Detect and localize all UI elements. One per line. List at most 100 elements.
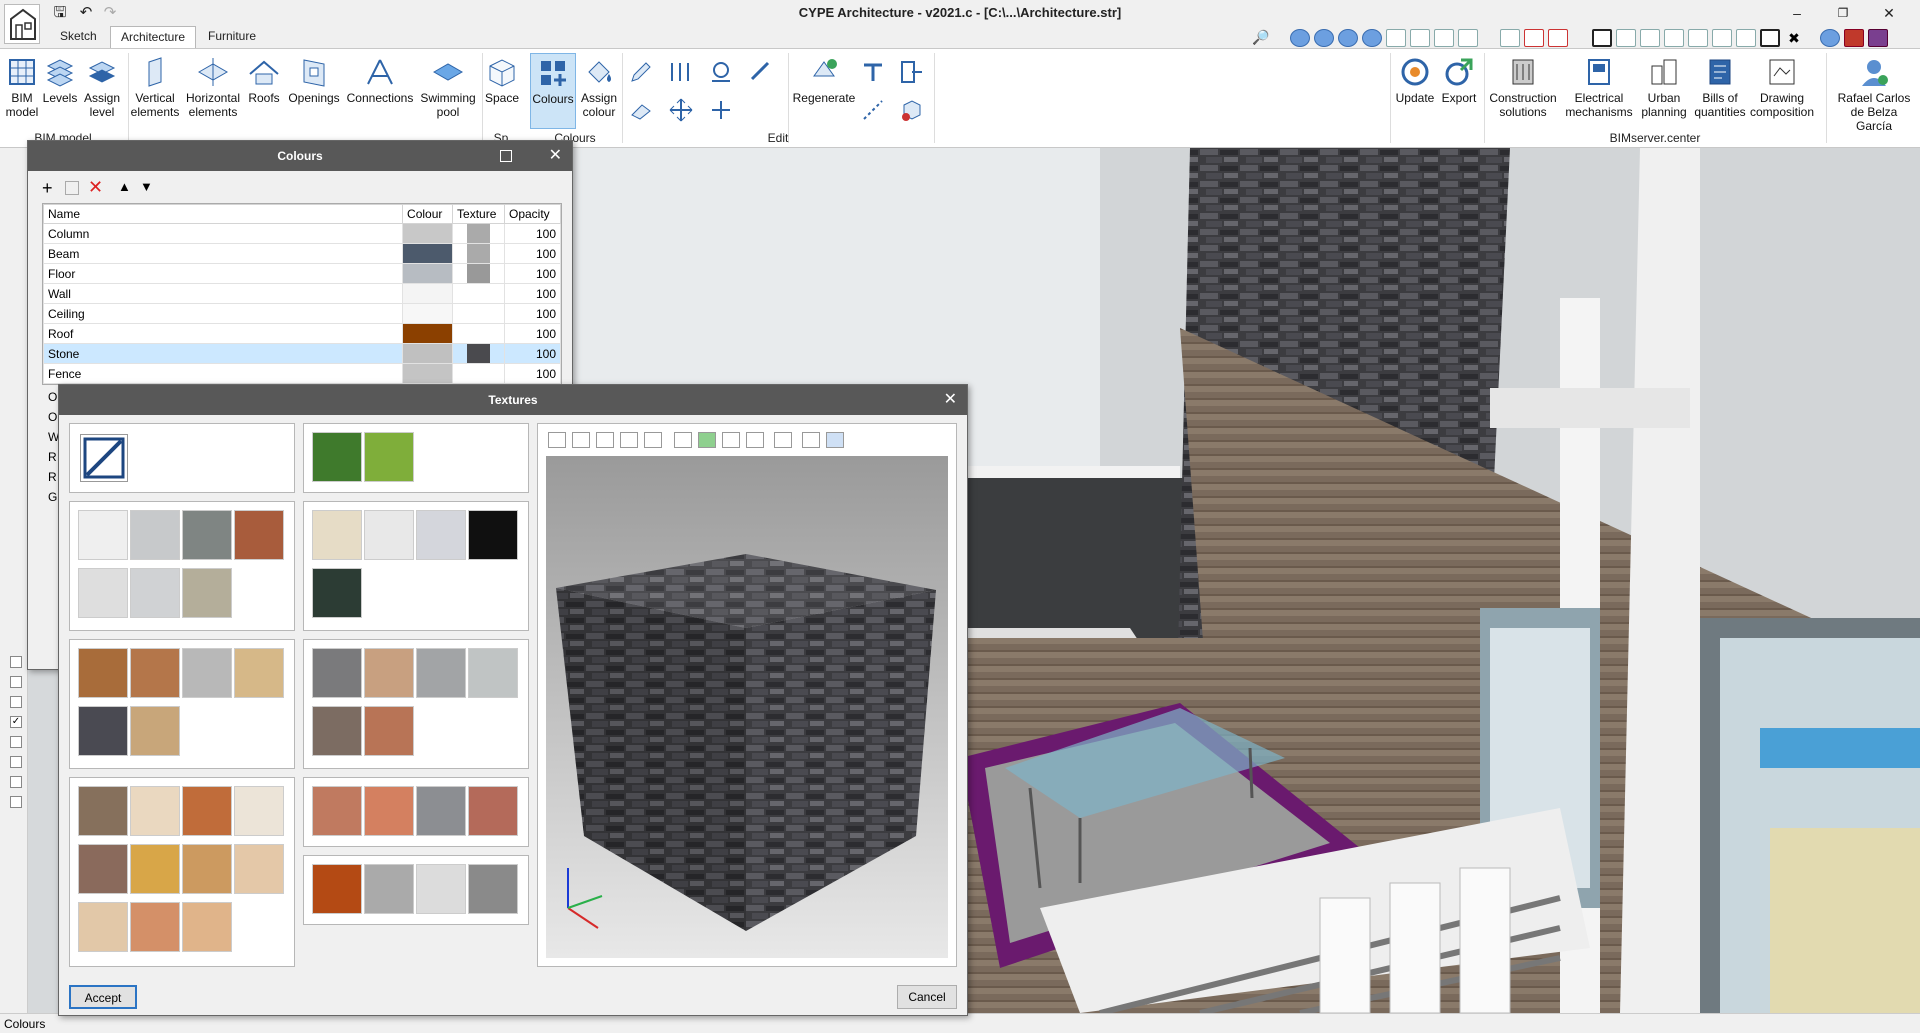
gear-icon[interactable] [1712, 29, 1732, 47]
texture-swatch[interactable] [467, 284, 490, 303]
texture-swatch[interactable] [130, 706, 180, 756]
tab-furniture[interactable]: Furniture [198, 26, 266, 48]
square-select-icon[interactable] [1592, 29, 1612, 47]
texture-swatch[interactable] [234, 844, 284, 894]
cancel-button[interactable]: Cancel [897, 985, 957, 1009]
layer-checkbox[interactable] [10, 796, 22, 808]
texture-swatch[interactable] [467, 304, 490, 323]
close-window-button[interactable]: ✕ [1866, 2, 1912, 24]
construction-solutions-button[interactable]: Construction solutions [1486, 53, 1560, 129]
maximize-icon[interactable] [500, 150, 512, 162]
texture-swatch[interactable] [234, 786, 284, 836]
delete-icon[interactable]: ✕ [88, 177, 103, 197]
texture-swatch[interactable] [130, 648, 180, 698]
colour-swatch[interactable] [403, 244, 453, 263]
texture-swatch[interactable] [130, 510, 180, 560]
colour-swatch[interactable] [403, 344, 453, 363]
no-texture-icon[interactable] [80, 434, 128, 482]
accept-button[interactable]: Accept [69, 985, 137, 1009]
zoom-icon[interactable] [1290, 29, 1310, 47]
texture-swatch[interactable] [312, 706, 362, 756]
texture-swatch[interactable] [416, 510, 466, 560]
eye-icon[interactable] [620, 432, 638, 448]
colours-button[interactable]: Colours [530, 53, 576, 129]
pencil-icon[interactable] [628, 59, 654, 85]
texture-swatch[interactable] [364, 864, 414, 914]
add-icon[interactable]: + [42, 179, 53, 197]
colour-swatch[interactable] [403, 264, 453, 283]
move-view-icon[interactable] [1434, 29, 1454, 47]
horizontal-elements-button[interactable]: Horizontal elements [182, 53, 244, 129]
move-icon[interactable] [668, 97, 694, 123]
copy-icon[interactable] [65, 181, 79, 195]
regenerate-button[interactable]: Regenerate [790, 53, 858, 129]
roofs-button[interactable]: Roofs [244, 53, 284, 129]
help-icon[interactable] [1844, 29, 1864, 47]
minimize-button[interactable]: – [1774, 2, 1820, 24]
texture-swatch[interactable] [364, 648, 414, 698]
layer-checkbox[interactable] [10, 736, 22, 748]
texture-swatch[interactable] [467, 344, 490, 363]
layer-checkbox[interactable] [10, 756, 22, 768]
render-icon[interactable] [674, 432, 692, 448]
colour-swatch[interactable] [403, 324, 453, 343]
texture-swatch[interactable] [467, 244, 490, 263]
colour-swatch[interactable] [403, 284, 453, 303]
pan-hand-icon[interactable] [1410, 29, 1430, 47]
restore-button[interactable]: ❐ [1820, 2, 1866, 24]
drawing-composition-button[interactable]: Drawing composition [1750, 53, 1814, 129]
measure-angle-icon[interactable] [1688, 29, 1708, 47]
move-down-icon[interactable]: ▼ [140, 179, 153, 195]
layer-checkbox[interactable] [10, 696, 22, 708]
bim-model-button[interactable]: BIM model [2, 53, 42, 129]
delete-solid-icon[interactable] [898, 97, 924, 123]
tab-architecture[interactable]: Architecture [110, 26, 197, 48]
texture-swatch[interactable] [416, 648, 466, 698]
texture-swatch[interactable] [467, 264, 490, 283]
tab-sketch[interactable]: Sketch [50, 26, 107, 48]
cube-rotate-icon[interactable] [596, 432, 614, 448]
orbit-icon[interactable] [644, 432, 662, 448]
texture-swatch[interactable] [468, 648, 518, 698]
texture-swatch[interactable] [467, 364, 490, 383]
close-icon[interactable]: ✕ [549, 145, 562, 167]
door-exit-icon[interactable] [898, 59, 924, 85]
texture-swatch[interactable] [312, 510, 362, 560]
texture-swatch[interactable] [78, 510, 128, 560]
stretch-icon[interactable] [748, 59, 774, 85]
space-button[interactable]: Space [484, 53, 520, 129]
texture-swatch[interactable] [78, 786, 128, 836]
texture-swatch[interactable] [182, 648, 232, 698]
urban-planning-button[interactable]: Urban planning [1638, 53, 1690, 129]
texture-swatch[interactable] [182, 844, 232, 894]
snap-grid-icon[interactable] [1524, 29, 1544, 47]
layers-view-icon[interactable] [1458, 29, 1478, 47]
assign-colour-button[interactable]: Assign colour [578, 53, 620, 129]
colour-swatch[interactable] [403, 304, 453, 323]
texture-swatch[interactable] [467, 224, 490, 243]
texture-swatch[interactable] [130, 844, 180, 894]
edit-columns-icon[interactable] [668, 59, 694, 85]
cube-view-icon[interactable] [572, 432, 590, 448]
table-row[interactable]: Fence 100 [42, 363, 561, 384]
table-row[interactable]: Beam 100 [42, 243, 561, 264]
zoom-all-icon[interactable] [1338, 29, 1358, 47]
zoom-extents-icon[interactable] [826, 432, 844, 448]
zoom-icon[interactable] [802, 432, 820, 448]
window-icon[interactable] [722, 432, 740, 448]
layer-checkbox[interactable] [10, 676, 22, 688]
update-button[interactable]: Update [1394, 53, 1436, 129]
layer-checkbox-checked[interactable]: ✓ [10, 716, 22, 728]
texture-swatch[interactable] [468, 786, 518, 836]
texture-swatch[interactable] [364, 510, 414, 560]
texture-swatch[interactable] [312, 864, 362, 914]
colour-swatch[interactable] [403, 364, 453, 383]
swimming-pool-button[interactable]: Swimming pool [418, 53, 478, 129]
texture-swatch[interactable] [364, 786, 414, 836]
assign-level-button[interactable]: Assign level [80, 53, 124, 129]
app-logo[interactable] [4, 4, 40, 44]
layer-checkbox[interactable] [10, 656, 22, 668]
beam-edit-icon[interactable] [860, 59, 886, 85]
axes-icon[interactable] [548, 432, 566, 448]
magnifier-icon[interactable] [1386, 29, 1406, 47]
